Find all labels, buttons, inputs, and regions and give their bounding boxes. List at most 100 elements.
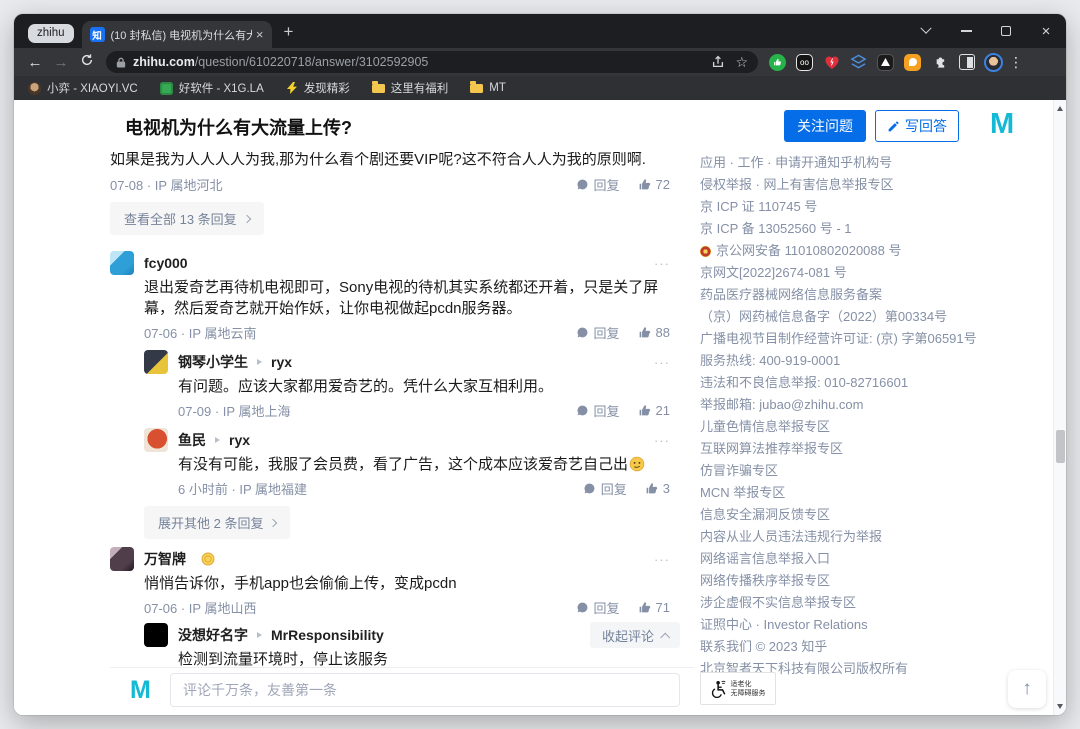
sidebar-link[interactable]: 违法和不良信息举报: 010-82716601 — [700, 372, 1054, 394]
site-logo[interactable]: M — [990, 108, 1013, 141]
sidebar-link[interactable]: 信息安全漏洞反馈专区 — [700, 504, 1054, 526]
like-button[interactable]: 71 — [638, 600, 670, 615]
sidebar-link[interactable]: 侵权举报 · 网上有害信息举报专区 — [700, 174, 1054, 196]
comment-author[interactable]: 钢琴小学生 — [178, 352, 248, 372]
bookmark-fuli-folder[interactable]: 这里有福利 — [372, 80, 449, 96]
follow-question-button[interactable]: 关注问题 — [784, 110, 866, 142]
sidebar-link[interactable]: （京）网药械信息备字（2022）第00334号 — [700, 306, 1054, 328]
sidebar-link[interactable]: MCN 举报专区 — [700, 482, 1054, 504]
question-title: 电视机为什么有大流量上传? — [125, 114, 352, 140]
ext-glasses-icon[interactable]: oo — [791, 50, 818, 74]
scroll-down-icon[interactable] — [1057, 704, 1063, 709]
write-answer-button[interactable]: 写回答 — [875, 110, 959, 142]
comment-input[interactable] — [170, 673, 680, 707]
comment-author[interactable]: 没想好名字 — [178, 625, 248, 645]
active-tab[interactable]: 知 (10 封私信) 电视机为什么有大流 × — [82, 21, 272, 48]
forward-icon[interactable]: → — [48, 54, 74, 71]
back-to-top-button[interactable]: ↑ — [1008, 670, 1046, 708]
bookmark-star-icon[interactable]: ☆ — [735, 54, 748, 71]
comment-author[interactable]: fcy000 — [144, 255, 188, 271]
more-options-icon[interactable]: ··· — [654, 433, 670, 448]
maximize-button[interactable] — [998, 23, 1014, 39]
reply-target-author[interactable]: MrResponsibility — [271, 627, 384, 643]
bookmark-faxian[interactable]: 发现精彩 — [286, 80, 350, 96]
close-button[interactable]: × — [1038, 23, 1054, 39]
avatar[interactable] — [144, 350, 168, 374]
avatar[interactable] — [144, 428, 168, 452]
reply-button[interactable]: 回复 — [576, 401, 620, 420]
sidebar-link[interactable]: 服务热线: 400-919-0001 — [700, 350, 1054, 372]
sidebar-link[interactable]: 仿冒诈骗专区 — [700, 460, 1054, 482]
ext-notify-icon[interactable] — [899, 50, 926, 74]
sidebar-link[interactable]: 药品医疗器械网络信息服务备案 — [700, 284, 1054, 306]
like-button[interactable]: 3 — [645, 481, 670, 496]
like-button[interactable]: 88 — [638, 325, 670, 340]
profile-avatar[interactable] — [980, 50, 1007, 74]
sidebar-link[interactable]: 网络谣言信息举报入口 — [700, 548, 1054, 570]
ext-heart-icon[interactable] — [818, 50, 845, 74]
more-options-icon[interactable]: ··· — [654, 552, 670, 567]
ext-layers-icon[interactable] — [845, 50, 872, 74]
sidebar-links: 应用 · 工作 · 申请开通知乎机构号侵权举报 · 网上有害信息举报专区京 IC… — [700, 152, 1054, 680]
sidebar-link[interactable]: 涉企虚假不实信息举报专区 — [700, 592, 1054, 614]
sidebar-link[interactable]: 内容从业人员违法违规行为举报 — [700, 526, 1054, 548]
more-options-icon[interactable]: ··· — [654, 355, 670, 370]
scroll-up-icon[interactable] — [1057, 106, 1063, 111]
sidebar-link[interactable]: 联系我们 © 2023 知乎 — [700, 636, 1054, 658]
comment-meta: 6 小时前 · IP 属地福建 — [178, 479, 307, 498]
sidebar-link[interactable]: 京网文[2022]2674-081 号 — [700, 262, 1054, 284]
reload-icon[interactable] — [74, 53, 100, 71]
minimize-button[interactable] — [958, 23, 974, 39]
ext-thumbsup-icon[interactable] — [764, 50, 791, 74]
accessibility-badge[interactable]: 适老化无障碍服务 — [700, 672, 776, 705]
scrollbar-thumb[interactable] — [1056, 430, 1065, 463]
reply-target-author[interactable]: ryx — [271, 354, 292, 370]
reply-target-author[interactable]: ryx — [229, 432, 250, 448]
like-button[interactable]: 72 — [638, 177, 670, 192]
comment-item: fcy000 ··· 退出爱奇艺再待机电视即可，Sony电视的待机其实系统都还开… — [110, 251, 670, 539]
menu-kebab-icon[interactable]: ⋮ — [1007, 54, 1025, 71]
bookmark-x1g[interactable]: 好软件 - X1G.LA — [160, 80, 264, 96]
collapse-comments-button[interactable]: 收起评论 — [590, 622, 680, 648]
sidebar-link[interactable]: 广播电视节目制作经营许可证: (京) 字第06591号 — [700, 328, 1054, 350]
comment-meta: 07-08 · IP 属地河北 — [110, 175, 222, 194]
ext-screenshot-icon[interactable] — [872, 50, 899, 74]
browser-window: zhihu 知 (10 封私信) 电视机为什么有大流 × + × ← → zhi… — [14, 14, 1066, 715]
sidebar-link[interactable]: 应用 · 工作 · 申请开通知乎机构号 — [700, 152, 1054, 174]
avatar[interactable] — [110, 251, 134, 275]
bookmark-avatar-icon — [28, 82, 41, 95]
tab-search-chevron-icon[interactable] — [918, 23, 934, 39]
reply-button[interactable]: 回复 — [576, 323, 620, 342]
expand-replies-button[interactable]: 展开其他 2 条回复 — [144, 506, 290, 539]
sidebar-link[interactable]: 京 ICP 证 110745 号 — [700, 196, 1054, 218]
ext-split-screen-icon[interactable] — [953, 50, 980, 74]
comment-author[interactable]: 鱼民 — [178, 430, 206, 450]
sidebar-link[interactable]: 举报邮箱: jubao@zhihu.com — [700, 394, 1054, 416]
share-icon[interactable] — [711, 55, 725, 69]
back-icon[interactable]: ← — [22, 54, 48, 71]
tab-group-label[interactable]: zhihu — [28, 24, 74, 43]
avatar[interactable] — [144, 623, 168, 647]
sidebar-link[interactable]: 证照中心 · Investor Relations — [700, 614, 1054, 636]
like-button[interactable]: 21 — [638, 403, 670, 418]
view-all-replies-button[interactable]: 查看全部 13 条回复 — [110, 202, 264, 235]
comment-author[interactable]: 万智牌 — [144, 549, 186, 569]
reply-button[interactable]: 回复 — [576, 598, 620, 617]
tab-close-icon[interactable]: × — [256, 27, 264, 42]
bookmark-mt-folder[interactable]: MT — [470, 82, 506, 94]
more-options-icon[interactable]: ··· — [654, 256, 670, 271]
sidebar-link[interactable]: 互联网算法推荐举报专区 — [700, 438, 1054, 460]
sidebar-link[interactable]: 京 ICP 备 13052560 号 - 1 — [700, 218, 1054, 240]
sidebar-link[interactable]: 京公网安备 11010802020088 号 — [700, 240, 1054, 262]
reply-button[interactable]: 回复 — [576, 175, 620, 194]
police-badge-icon — [700, 246, 711, 257]
avatar[interactable] — [110, 547, 134, 571]
sidebar-link[interactable]: 儿童色情信息举报专区 — [700, 416, 1054, 438]
sidebar-link[interactable]: 网络传播秩序举报专区 — [700, 570, 1054, 592]
page-scrollbar[interactable] — [1053, 100, 1066, 715]
new-tab-button[interactable]: + — [284, 22, 294, 42]
reply-button[interactable]: 回复 — [583, 479, 627, 498]
bookmark-xiaoyi[interactable]: 小弈 - XIAOYI.VC — [28, 80, 138, 96]
extensions-puzzle-icon[interactable] — [926, 50, 953, 74]
address-bar[interactable]: zhihu.com/question/610220718/answer/3102… — [106, 51, 758, 73]
